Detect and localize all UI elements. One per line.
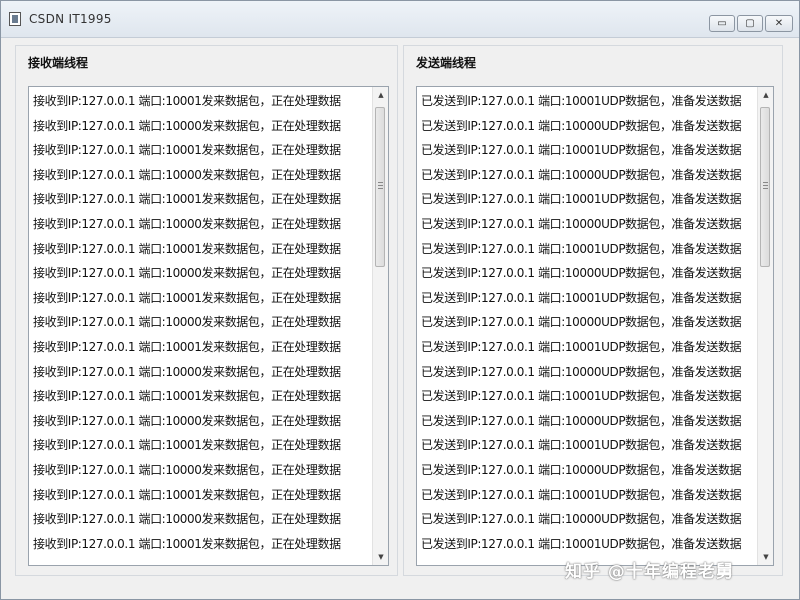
list-item[interactable]: 接收到IP:127.0.0.1 端口:10000发来数据包，正在处理数据 bbox=[31, 163, 368, 188]
list-item[interactable]: 接收到IP:127.0.0.1 端口:10001发来数据包，正在处理数据 bbox=[31, 286, 368, 311]
list-item[interactable]: 已发送到IP:127.0.0.1 端口:10001UDP数据包，准备发送数据 bbox=[419, 187, 753, 212]
list-item[interactable]: 接收到IP:127.0.0.1 端口:10000发来数据包，正在处理数据 bbox=[31, 458, 368, 483]
window-title: CSDN IT1995 bbox=[29, 12, 112, 26]
send-group-title: 发送端线程 bbox=[416, 56, 477, 70]
list-item[interactable]: 已发送到IP:127.0.0.1 端口:10000UDP数据包，准备发送数据 bbox=[419, 409, 753, 434]
list-item[interactable]: 接收到IP:127.0.0.1 端口:10001发来数据包，正在处理数据 bbox=[31, 187, 368, 212]
list-item[interactable]: 接收到IP:127.0.0.1 端口:10001发来数据包，正在处理数据 bbox=[31, 89, 368, 114]
list-item[interactable]: 接收到IP:127.0.0.1 端口:10001发来数据包，正在处理数据 bbox=[31, 433, 368, 458]
list-item[interactable]: 接收到IP:127.0.0.1 端口:10000发来数据包，正在处理数据 bbox=[31, 310, 368, 335]
list-item[interactable]: 已发送到IP:127.0.0.1 端口:10000UDP数据包，准备发送数据 bbox=[419, 458, 753, 483]
grip-icon bbox=[763, 188, 768, 189]
receive-thread-group: 接收端线程 接收到IP:127.0.0.1 端口:10001发来数据包，正在处理… bbox=[15, 45, 398, 576]
list-item[interactable]: 接收到IP:127.0.0.1 端口:10000发来数据包，正在处理数据 bbox=[31, 261, 368, 286]
list-item[interactable]: 已发送到IP:127.0.0.1 端口:10001UDP数据包，准备发送数据 bbox=[419, 237, 753, 262]
list-item[interactable]: 已发送到IP:127.0.0.1 端口:10001UDP数据包，准备发送数据 bbox=[419, 138, 753, 163]
list-item[interactable]: 已发送到IP:127.0.0.1 端口:10001UDP数据包，准备发送数据 bbox=[419, 433, 753, 458]
close-icon: ✕ bbox=[774, 18, 784, 29]
list-item[interactable]: 接收到IP:127.0.0.1 端口:10001发来数据包，正在处理数据 bbox=[31, 237, 368, 262]
list-item[interactable]: 已发送到IP:127.0.0.1 端口:10001UDP数据包，准备发送数据 bbox=[419, 286, 753, 311]
send-scrollbar[interactable]: ▲ ▼ bbox=[757, 87, 773, 565]
receive-scroll-thumb[interactable] bbox=[375, 107, 385, 267]
list-item[interactable]: 已发送到IP:127.0.0.1 端口:10000UDP数据包，准备发送数据 bbox=[419, 163, 753, 188]
scroll-down-icon[interactable]: ▼ bbox=[758, 549, 773, 565]
minimize-button[interactable]: ▭ bbox=[709, 15, 735, 32]
receive-list-rows: 接收到IP:127.0.0.1 端口:10001发来数据包，正在处理数据 接收到I… bbox=[31, 89, 368, 556]
receive-group-title: 接收端线程 bbox=[28, 56, 89, 70]
grip-icon bbox=[763, 182, 768, 183]
list-item[interactable]: 接收到IP:127.0.0.1 端口:10000发来数据包，正在处理数据 bbox=[31, 212, 368, 237]
list-item[interactable]: 接收到IP:127.0.0.1 端口:10001发来数据包，正在处理数据 bbox=[31, 335, 368, 360]
list-item[interactable]: 接收到IP:127.0.0.1 端口:10000发来数据包，正在处理数据 bbox=[31, 409, 368, 434]
list-item[interactable]: 接收到IP:127.0.0.1 端口:10001发来数据包，正在处理数据 bbox=[31, 138, 368, 163]
title-bar[interactable]: CSDN IT1995 ▭ ▢ ✕ bbox=[1, 1, 799, 38]
scroll-up-icon[interactable]: ▲ bbox=[758, 87, 773, 103]
grip-icon bbox=[378, 182, 383, 183]
grip-icon bbox=[378, 185, 383, 186]
zhihu-watermark: 知乎 @十年编程老舅 bbox=[565, 562, 734, 582]
receive-scrollbar[interactable]: ▲ ▼ bbox=[372, 87, 388, 565]
scroll-down-icon[interactable]: ▼ bbox=[373, 549, 388, 565]
list-item[interactable]: 已发送到IP:127.0.0.1 端口:10001UDP数据包，准备发送数据 bbox=[419, 89, 753, 114]
list-item[interactable]: 接收到IP:127.0.0.1 端口:10001发来数据包，正在处理数据 bbox=[31, 483, 368, 508]
list-item[interactable]: 已发送到IP:127.0.0.1 端口:10000UDP数据包，准备发送数据 bbox=[419, 507, 753, 532]
list-item[interactable]: 已发送到IP:127.0.0.1 端口:10000UDP数据包，准备发送数据 bbox=[419, 360, 753, 385]
send-list-rows: 已发送到IP:127.0.0.1 端口:10001UDP数据包，准备发送数据 已发… bbox=[419, 89, 753, 556]
scroll-up-icon[interactable]: ▲ bbox=[373, 87, 388, 103]
list-item[interactable]: 已发送到IP:127.0.0.1 端口:10001UDP数据包，准备发送数据 bbox=[419, 483, 753, 508]
list-item[interactable]: 已发送到IP:127.0.0.1 端口:10001UDP数据包，准备发送数据 bbox=[419, 335, 753, 360]
maximize-button[interactable]: ▢ bbox=[737, 15, 763, 32]
list-item[interactable]: 接收到IP:127.0.0.1 端口:10001发来数据包，正在处理数据 bbox=[31, 532, 368, 557]
grip-icon bbox=[763, 185, 768, 186]
list-item[interactable]: 接收到IP:127.0.0.1 端口:10000发来数据包，正在处理数据 bbox=[31, 114, 368, 139]
list-item[interactable]: 接收到IP:127.0.0.1 端口:10000发来数据包，正在处理数据 bbox=[31, 360, 368, 385]
app-window: CSDN IT1995 ▭ ▢ ✕ 接收端线程 接收到IP:127.0.0.1 … bbox=[0, 0, 800, 600]
list-item[interactable]: 接收到IP:127.0.0.1 端口:10001发来数据包，正在处理数据 bbox=[31, 384, 368, 409]
send-scroll-thumb[interactable] bbox=[760, 107, 770, 267]
grip-icon bbox=[378, 188, 383, 189]
list-item[interactable]: 已发送到IP:127.0.0.1 端口:10000UDP数据包，准备发送数据 bbox=[419, 212, 753, 237]
list-item[interactable]: 已发送到IP:127.0.0.1 端口:10000UDP数据包，准备发送数据 bbox=[419, 310, 753, 335]
list-item[interactable]: 已发送到IP:127.0.0.1 端口:10001UDP数据包，准备发送数据 bbox=[419, 532, 753, 557]
maximize-icon: ▢ bbox=[745, 18, 755, 29]
receive-listbox[interactable]: 接收到IP:127.0.0.1 端口:10001发来数据包，正在处理数据 接收到I… bbox=[28, 86, 389, 566]
minimize-icon: ▭ bbox=[717, 18, 727, 29]
list-item[interactable]: 已发送到IP:127.0.0.1 端口:10000UDP数据包，准备发送数据 bbox=[419, 261, 753, 286]
app-icon[interactable] bbox=[9, 12, 21, 26]
close-button[interactable]: ✕ bbox=[765, 15, 793, 32]
list-item[interactable]: 已发送到IP:127.0.0.1 端口:10000UDP数据包，准备发送数据 bbox=[419, 114, 753, 139]
send-listbox[interactable]: 已发送到IP:127.0.0.1 端口:10001UDP数据包，准备发送数据 已发… bbox=[416, 86, 774, 566]
send-thread-group: 发送端线程 已发送到IP:127.0.0.1 端口:10001UDP数据包，准备… bbox=[403, 45, 783, 576]
list-item[interactable]: 接收到IP:127.0.0.1 端口:10000发来数据包，正在处理数据 bbox=[31, 507, 368, 532]
list-item[interactable]: 已发送到IP:127.0.0.1 端口:10001UDP数据包，准备发送数据 bbox=[419, 384, 753, 409]
